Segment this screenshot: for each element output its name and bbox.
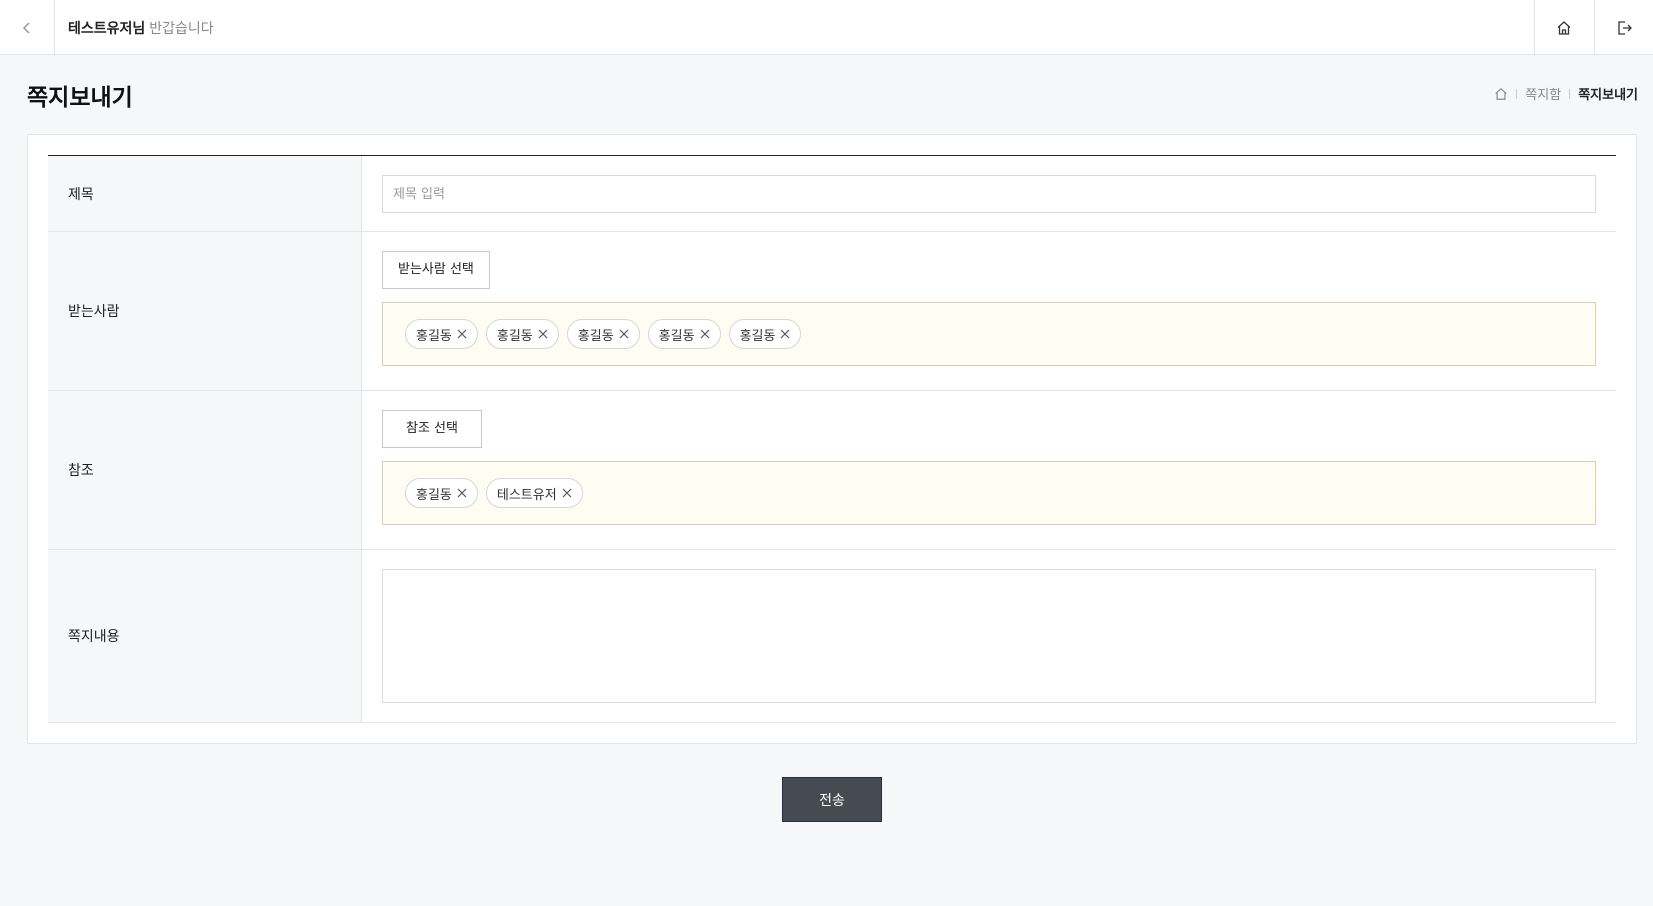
cc-chip: 홍길동: [405, 478, 478, 508]
top-bar: 테스트유저님 반갑습니다: [0, 0, 1653, 55]
recipient-chip: 홍길동: [728, 319, 802, 349]
close-icon[interactable]: [457, 488, 467, 498]
page-title: 쪽지보내기: [27, 85, 133, 111]
recipient-chip-label: 홍길동: [739, 328, 776, 344]
breadcrumb-separator: [1569, 88, 1571, 99]
back-button[interactable]: [0, 0, 55, 55]
message-form-panel: 제목 받는사람 받는사람 선택 홍길동 홍길동: [27, 134, 1637, 744]
recipient-chip-label: 홍길동: [658, 328, 695, 344]
recipient-chip-label: 홍길동: [496, 328, 533, 344]
recipient-chip-label: 홍길동: [577, 328, 614, 344]
close-icon[interactable]: [619, 329, 629, 339]
close-icon[interactable]: [562, 488, 572, 498]
chevron-left-icon: [22, 21, 30, 34]
breadcrumb-separator: [1516, 88, 1518, 99]
recipient-chip: 홍길동: [485, 319, 559, 349]
select-recipients-button[interactable]: 받는사람 선택: [382, 251, 490, 289]
subject-field-cell: [362, 156, 1616, 231]
content-field-cell: [362, 550, 1616, 722]
cc-row: 참조 참조 선택 홍길동 테스트유저: [48, 391, 1616, 550]
subject-label: 제목: [48, 156, 362, 231]
logout-icon: [1618, 20, 1632, 35]
home-icon[interactable]: [1494, 87, 1508, 101]
breadcrumb-item-inbox[interactable]: 쪽지함: [1525, 84, 1561, 103]
submit-button[interactable]: 전송: [782, 777, 882, 822]
greeting: 테스트유저님 반갑습니다: [68, 0, 214, 55]
recipients-field-cell: 받는사람 선택 홍길동 홍길동 홍길동 홍길동 홍길동: [362, 232, 1616, 390]
recipient-chip: 홍길동: [405, 319, 478, 349]
subject-input[interactable]: [382, 175, 1596, 213]
close-icon[interactable]: [700, 329, 710, 339]
content-label: 쪽지내용: [48, 550, 362, 722]
message-form: 제목 받는사람 받는사람 선택 홍길동 홍길동: [48, 155, 1616, 723]
recipient-chip: 홍길동: [647, 319, 721, 349]
content-textarea[interactable]: [382, 569, 1596, 703]
home-icon: [1557, 20, 1571, 35]
cc-field-cell: 참조 선택 홍길동 테스트유저: [362, 391, 1616, 549]
cc-chip: 테스트유저: [485, 478, 583, 508]
logout-button[interactable]: [1594, 0, 1653, 55]
breadcrumb: 쪽지함 쪽지보내기: [1494, 84, 1638, 103]
cc-chip-box: 홍길동 테스트유저: [382, 461, 1596, 525]
recipient-chip-label: 홍길동: [416, 328, 452, 344]
subject-row: 제목: [48, 156, 1616, 232]
recipients-label: 받는사람: [48, 232, 362, 390]
breadcrumb-current: 쪽지보내기: [1578, 88, 1638, 103]
home-button[interactable]: [1534, 0, 1593, 55]
cc-chip-label: 홍길동: [416, 487, 452, 503]
cc-label: 참조: [48, 391, 362, 549]
content-row: 쪽지내용: [48, 550, 1616, 723]
cc-chip-label: 테스트유저: [496, 487, 557, 503]
select-cc-button[interactable]: 참조 선택: [382, 410, 482, 448]
recipient-chip: 홍길동: [566, 319, 640, 349]
close-icon[interactable]: [457, 329, 467, 339]
close-icon[interactable]: [780, 329, 790, 339]
close-icon[interactable]: [538, 329, 548, 339]
recipients-row: 받는사람 받는사람 선택 홍길동 홍길동 홍길동 홍길동 홍길동: [48, 232, 1616, 391]
user-name: 테스트유저님: [68, 20, 146, 37]
recipients-chip-box: 홍길동 홍길동 홍길동 홍길동 홍길동: [382, 302, 1596, 366]
greeting-text: 반갑습니다: [149, 20, 214, 37]
